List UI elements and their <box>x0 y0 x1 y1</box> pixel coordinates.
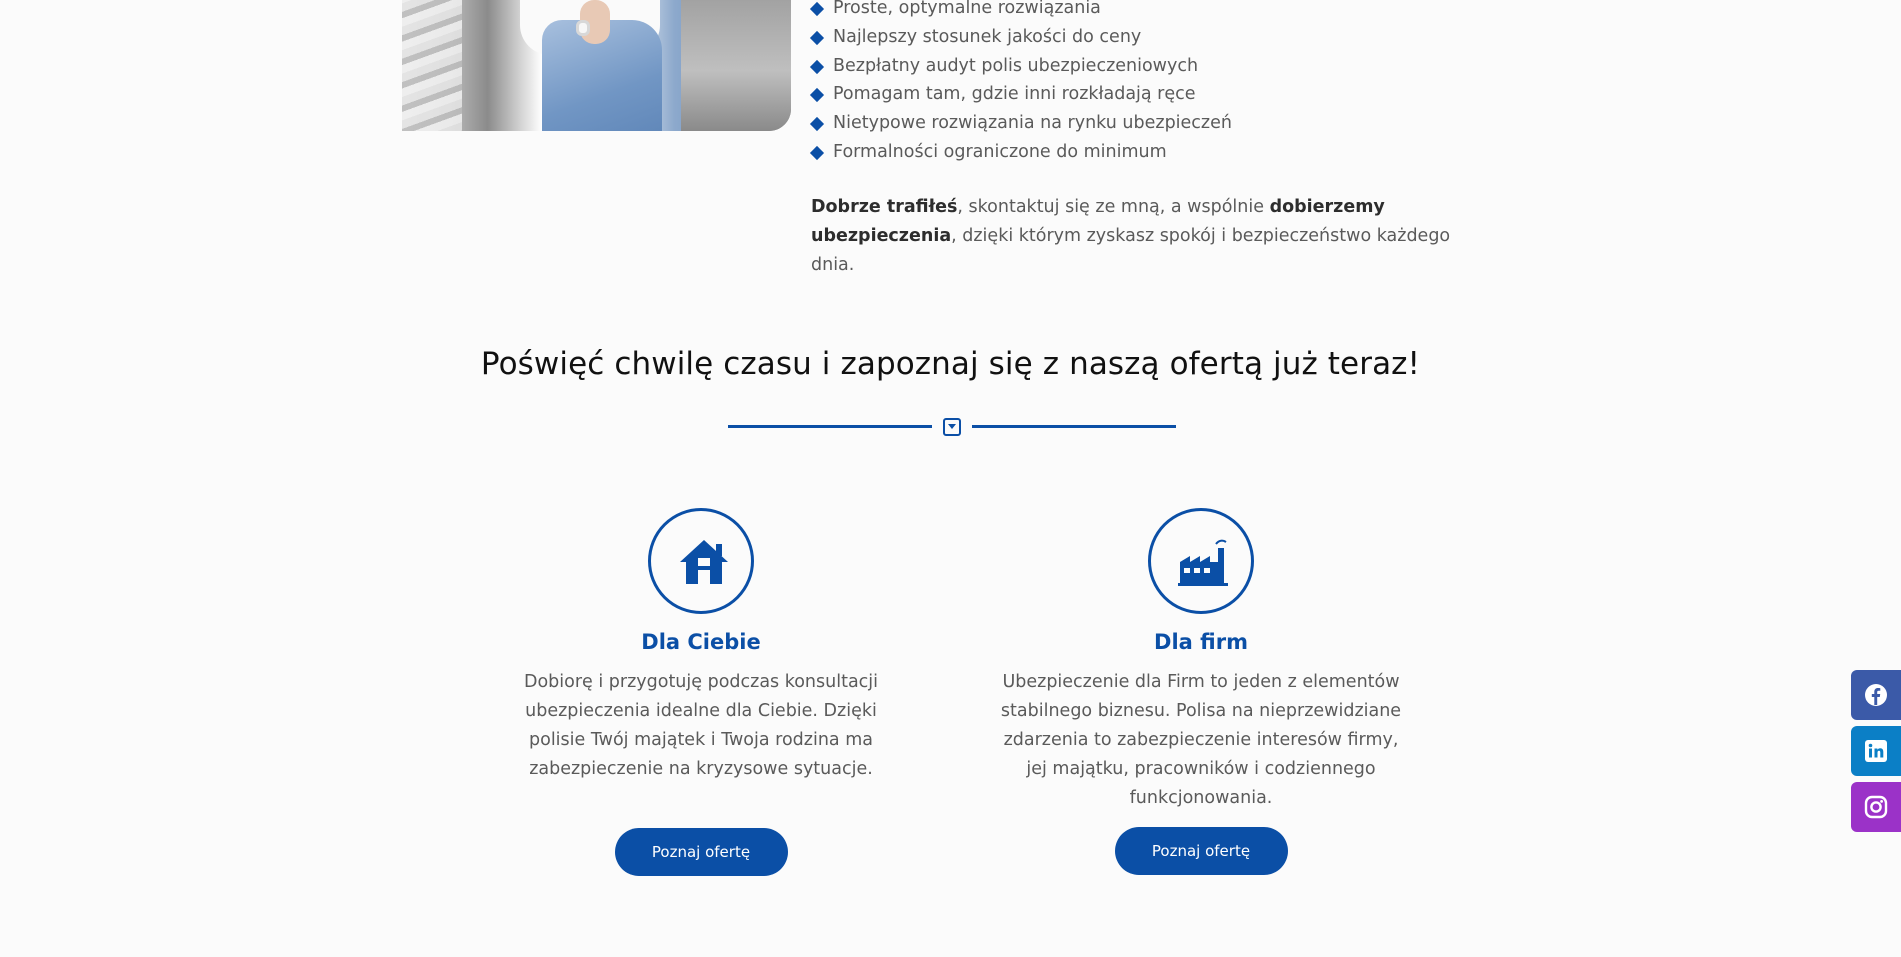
instagram-link[interactable] <box>1851 782 1901 832</box>
intro-bold-1: Dobrze trafiłeś <box>811 197 958 217</box>
linkedin-icon <box>1865 740 1887 762</box>
features-list: Proste, optymalne rozwiązania Najlepszy … <box>809 0 1232 167</box>
feature-item: Proste, optymalne rozwiązania <box>809 0 1232 23</box>
offer-card-individual: Dla Ciebie Dobiorę i przygotuję podczas … <box>491 508 911 876</box>
offer-button-business[interactable]: Poznaj ofertę <box>1114 827 1288 875</box>
linkedin-link[interactable] <box>1851 726 1901 776</box>
diamond-bullet-icon <box>809 88 825 103</box>
feature-item: Nietypowe rozwiązania na rynku ubezpiecz… <box>809 109 1232 138</box>
photo-background <box>681 0 791 131</box>
diamond-bullet-icon <box>809 117 825 132</box>
feature-item: Najlepszy stosunek jakości do ceny <box>809 23 1232 52</box>
social-sidebar <box>1851 670 1901 838</box>
card-description: Dobiorę i przygotuję podczas konsultacji… <box>523 672 879 779</box>
section-title: Poświęć chwilę czasu i zapoznaj się z na… <box>480 346 1421 382</box>
facebook-icon <box>1865 684 1887 706</box>
feature-label: Nietypowe rozwiązania na rynku ubezpiecz… <box>833 113 1232 134</box>
card-title: Dla firm <box>1154 630 1248 654</box>
photo-ornament <box>402 0 462 131</box>
facebook-link[interactable] <box>1851 670 1901 720</box>
offer-card-business: Dla firm Ubezpieczenie dla Firm to jeden… <box>991 508 1411 875</box>
factory-icon <box>1178 539 1228 586</box>
card-title: Dla Ciebie <box>641 630 761 654</box>
offer-button-individual[interactable]: Poznaj ofertę <box>614 828 788 876</box>
feature-label: Proste, optymalne rozwiązania <box>833 0 1101 18</box>
card-description: Ubezpieczenie dla Firm to jeden z elemen… <box>1000 672 1402 808</box>
feature-item: Pomagam tam, gdzie inni rozkładają ręce <box>809 80 1232 109</box>
diamond-bullet-icon <box>809 1 825 17</box>
feature-label: Najlepszy stosunek jakości do ceny <box>833 26 1142 47</box>
feature-label: Bezpłatny audyt polis ubezpieczeniowych <box>833 55 1199 76</box>
intro-text-1: , skontaktuj się ze mną, a wspólnie <box>957 197 1270 217</box>
diamond-bullet-icon <box>809 145 825 161</box>
diamond-bullet-icon <box>809 30 825 45</box>
feature-label: Formalności ograniczone do minimum <box>833 141 1167 162</box>
section-divider <box>0 416 1901 436</box>
instagram-icon <box>1864 795 1888 819</box>
feature-label: Pomagam tam, gdzie inni rozkładają ręce <box>833 84 1196 105</box>
intro-paragraph: Dobrze trafiłeś, skontaktuj się ze mną, … <box>811 193 1491 280</box>
feature-item: Formalności ograniczone do minimum <box>809 138 1232 167</box>
chevron-down-icon <box>943 418 961 436</box>
woman-photo <box>402 0 791 131</box>
feature-item: Bezpłatny audyt polis ubezpieczeniowych <box>809 52 1232 81</box>
page: Proste, optymalne rozwiązania Najlepszy … <box>0 0 1901 957</box>
icon-circle <box>648 508 754 614</box>
divider-line-right <box>972 425 1176 428</box>
divider-line-left <box>728 425 932 428</box>
diamond-bullet-icon <box>809 59 825 74</box>
house-icon <box>680 540 728 584</box>
icon-circle <box>1148 508 1254 614</box>
photo-watch <box>576 20 590 36</box>
